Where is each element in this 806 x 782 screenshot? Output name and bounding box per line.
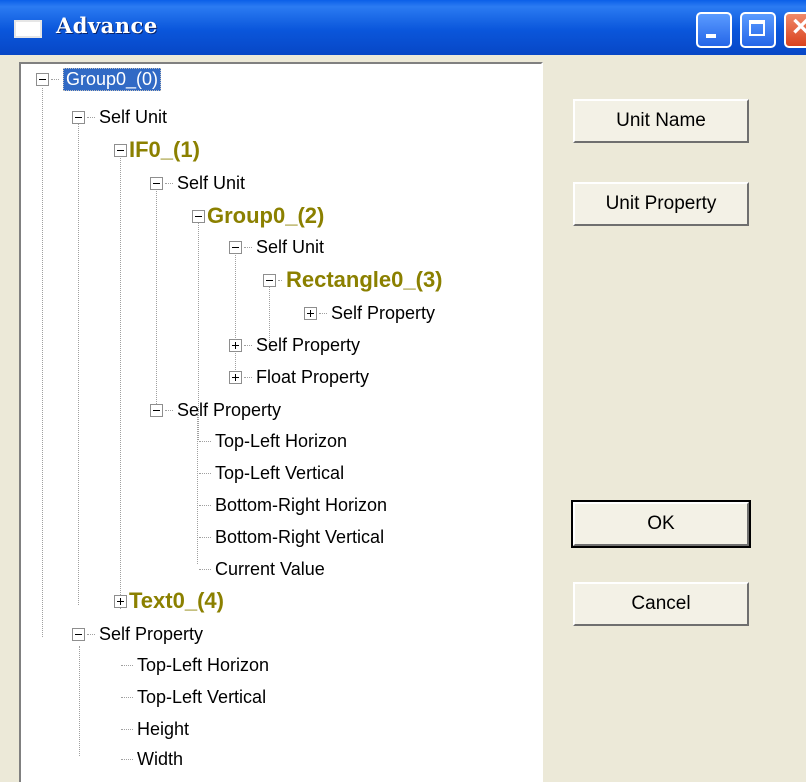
- tree-node-label: Top-Left Vertical: [137, 686, 267, 707]
- collapse-icon[interactable]: [72, 110, 85, 124]
- window-icon: [14, 20, 42, 38]
- tree-connector: [121, 696, 133, 698]
- tree-connector: [156, 188, 157, 404]
- button-label: Cancel: [631, 593, 691, 614]
- maximize-button[interactable]: [740, 12, 776, 48]
- expand-icon[interactable]: [114, 594, 127, 608]
- tree-node-group0-2[interactable]: Group0_(2): [192, 201, 324, 231]
- tree-connector: [199, 568, 211, 570]
- unit-name-button[interactable]: Unit Name: [573, 99, 749, 143]
- tree-connector: [244, 376, 252, 378]
- collapse-icon[interactable]: [114, 143, 127, 157]
- tree-leaf-top-left-vertical[interactable]: Top-Left Vertical: [197, 458, 344, 488]
- tree-node-label: Top-Left Horizon: [137, 654, 270, 675]
- tree-node-float-property[interactable]: Float Property: [229, 362, 369, 392]
- tree-node-text0-4[interactable]: Text0_(4): [114, 586, 224, 616]
- tree-node-label: Top-Left Horizon: [215, 430, 348, 451]
- tree-connector: [165, 182, 173, 184]
- collapse-icon[interactable]: [36, 72, 49, 86]
- tree-leaf-top-left-horizon[interactable]: Top-Left Horizon: [197, 426, 347, 456]
- tree-node-label: Float Property: [256, 366, 370, 387]
- tree-connector: [319, 312, 327, 314]
- tree-node-group0-0[interactable]: Group0_(0): [36, 64, 162, 94]
- button-label: OK: [647, 513, 675, 534]
- tree-node-label: Bottom-Right Vertical: [215, 526, 385, 547]
- tree-connector: [121, 728, 133, 730]
- tree-node-label: Text0_(4): [129, 588, 224, 613]
- collapse-icon[interactable]: [192, 209, 205, 223]
- tree-connector: [87, 116, 95, 118]
- tree-node-label: Self Property: [177, 399, 282, 420]
- tree-connector: [244, 246, 252, 248]
- tree-node-label: Group0_(2): [207, 203, 325, 228]
- minimize-button[interactable]: [696, 12, 732, 48]
- collapse-icon[interactable]: [150, 176, 163, 190]
- tree-connector: [42, 88, 43, 637]
- button-label: Unit Property: [605, 193, 717, 214]
- expand-icon[interactable]: [304, 306, 317, 320]
- tree-connector: [165, 409, 173, 411]
- tree-node-label: Bottom-Right Horizon: [215, 494, 388, 515]
- cancel-button[interactable]: Cancel: [573, 582, 749, 626]
- tree-node-label: Self Unit: [256, 236, 325, 257]
- tree-connector: [199, 536, 211, 538]
- tree-node-self-unit[interactable]: Self Unit: [72, 102, 167, 132]
- tree-node-label: Group0_(0): [63, 67, 162, 91]
- tree-node-label: Rectangle0_(3): [286, 267, 443, 292]
- tree-connector: [79, 646, 80, 756]
- tree-node-label: Self Unit: [177, 172, 246, 193]
- tree-leaf-bottom-right-horizon[interactable]: Bottom-Right Horizon: [197, 490, 387, 520]
- close-button[interactable]: [784, 10, 806, 48]
- unit-property-button[interactable]: Unit Property: [573, 182, 749, 226]
- expand-icon[interactable]: [229, 338, 242, 352]
- tree-connector: [199, 472, 211, 474]
- unit-tree-view[interactable]: Group0_(0) Self Unit IF0_(1) Self Unit G…: [19, 62, 543, 782]
- tree-node-label: Self Unit: [99, 106, 168, 127]
- tree-connector: [87, 633, 95, 635]
- button-label: Unit Name: [616, 110, 706, 131]
- window-title: Advance: [56, 13, 158, 38]
- tree-node-self-unit[interactable]: Self Unit: [229, 232, 324, 262]
- tree-node-self-property[interactable]: Self Property: [72, 619, 203, 649]
- tree-leaf-top-left-horizon[interactable]: Top-Left Horizon: [119, 650, 269, 680]
- tree-node-label: Width: [137, 748, 184, 769]
- ok-button[interactable]: OK: [571, 500, 751, 548]
- tree-node-label: Self Property: [256, 334, 361, 355]
- tree-connector: [244, 344, 252, 346]
- tree-connector: [120, 154, 121, 609]
- tree-connector: [121, 664, 133, 666]
- tree-node-self-property[interactable]: Self Property: [304, 298, 435, 328]
- tree-connector: [51, 78, 59, 80]
- title-bar[interactable]: Advance: [0, 0, 806, 55]
- tree-connector: [121, 758, 133, 760]
- collapse-icon[interactable]: [263, 273, 276, 287]
- tree-node-self-property[interactable]: Self Property: [229, 330, 360, 360]
- tree-connector: [235, 250, 236, 380]
- tree-connector: [78, 121, 79, 605]
- tree-leaf-current-value[interactable]: Current Value: [197, 554, 325, 584]
- tree-node-if0-1[interactable]: IF0_(1): [114, 135, 200, 165]
- tree-node-rectangle0-3[interactable]: Rectangle0_(3): [263, 265, 443, 295]
- tree-leaf-width[interactable]: Width: [119, 744, 183, 774]
- tree-node-label: Self Property: [331, 302, 436, 323]
- tree-node-label: Current Value: [215, 558, 325, 579]
- tree-leaf-bottom-right-vertical[interactable]: Bottom-Right Vertical: [197, 522, 384, 552]
- expand-icon[interactable]: [229, 370, 242, 384]
- tree-node-label: Top-Left Vertical: [215, 462, 345, 483]
- collapse-icon[interactable]: [72, 627, 85, 641]
- collapse-icon[interactable]: [229, 240, 242, 254]
- tree-node-label: Self Property: [99, 623, 204, 644]
- tree-node-label: Height: [137, 718, 190, 739]
- tree-connector: [199, 440, 211, 442]
- collapse-icon[interactable]: [150, 403, 163, 417]
- tree-connector: [278, 279, 282, 281]
- tree-node-self-unit[interactable]: Self Unit: [150, 168, 245, 198]
- tree-node-label: IF0_(1): [129, 137, 200, 162]
- tree-connector: [199, 504, 211, 506]
- tree-leaf-height[interactable]: Height: [119, 714, 189, 744]
- tree-node-self-property[interactable]: Self Property: [150, 395, 281, 425]
- tree-leaf-top-left-vertical[interactable]: Top-Left Vertical: [119, 682, 266, 712]
